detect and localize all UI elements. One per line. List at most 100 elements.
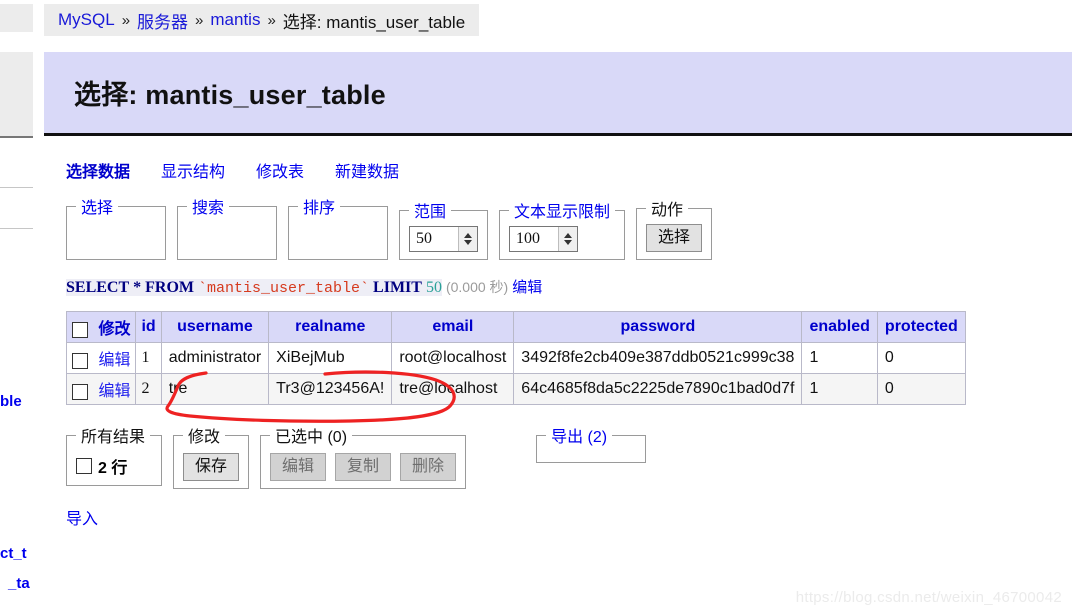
sql-limit-value: 50 <box>425 279 442 296</box>
page-title-banner: 选择: mantis_user_table <box>44 52 1072 136</box>
fieldset-select[interactable]: 选择 <box>66 194 166 260</box>
fieldset-text-limit-legend[interactable]: 文本显示限制 <box>509 198 615 222</box>
fieldset-modify: 修改 保存 <box>173 423 250 489</box>
column-header-protected[interactable]: protected <box>876 311 966 343</box>
column-header-modify-label: 修改 <box>98 321 131 338</box>
breadcrumb-separator: » <box>267 11 276 29</box>
sql-timing: (0.000 秒) <box>445 279 509 295</box>
fieldset-search-legend[interactable]: 搜索 <box>187 194 229 218</box>
fieldset-modify-legend: 修改 <box>188 429 221 446</box>
column-header-modify: 修改 <box>65 311 137 343</box>
cell-realname: Tr3@123456A! <box>268 373 393 405</box>
search-area[interactable] <box>187 222 267 252</box>
sidebar-fragment-table-link[interactable]: ble <box>0 393 22 410</box>
fieldset-export-legend[interactable]: 导出 (2) <box>546 423 612 447</box>
column-header-password[interactable]: password <box>513 311 803 343</box>
breadcrumb: MySQL » 服务器 » mantis » 选择: mantis_user_t… <box>44 4 480 36</box>
breadcrumb-item-mysql[interactable]: MySQL <box>58 10 115 30</box>
sql-highlight: SELECT * FROM `mantis_user_table` LIMIT … <box>66 279 442 297</box>
column-header-enabled[interactable]: enabled <box>801 311 878 343</box>
row-modify-cell: 编辑 <box>65 342 137 374</box>
delete-selected-button[interactable]: 删除 <box>400 453 457 481</box>
cell-email: tre@localhost <box>391 373 515 405</box>
column-header-id[interactable]: id <box>135 311 162 343</box>
tab-alter-table[interactable]: 修改表 <box>256 158 304 182</box>
run-select-button[interactable]: 选择 <box>646 224 703 252</box>
row-edit-link[interactable]: 编辑 <box>98 352 130 369</box>
fieldset-limit[interactable]: 范围 50 <box>399 198 488 260</box>
all-rows-checkbox[interactable] <box>76 458 92 474</box>
text-limit-stepper[interactable]: 100 <box>509 226 578 252</box>
breadcrumb-separator: » <box>121 11 131 29</box>
select-all-checkbox[interactable] <box>72 321 88 338</box>
fieldset-action[interactable]: 动作 选择 <box>636 196 713 260</box>
all-results-inner: 2 行 <box>76 451 152 478</box>
table-header-row: 修改 id username realname email password e… <box>65 311 966 343</box>
chevron-down-icon[interactable] <box>464 240 472 245</box>
text-limit-spinner[interactable] <box>558 227 577 251</box>
results-table-head: 修改 id username realname email password e… <box>65 311 966 343</box>
fieldset-text-limit[interactable]: 文本显示限制 100 <box>499 198 626 260</box>
table-row: 编辑 2 tre Tr3@123456A! tre@localhost 64c4… <box>65 373 966 405</box>
breadcrumb-item-server[interactable]: 服务器 <box>137 8 188 33</box>
fieldset-selected: 已选中 (0) 编辑 复制 删除 <box>260 423 467 489</box>
modify-inner: 保存 <box>183 451 240 481</box>
column-header-email[interactable]: email <box>391 311 515 343</box>
fieldset-sort-legend[interactable]: 排序 <box>298 194 340 218</box>
save-button[interactable]: 保存 <box>183 453 240 481</box>
select-columns-area[interactable] <box>76 222 156 252</box>
page-title: 选择: mantis_user_table <box>74 80 386 110</box>
fieldset-sort[interactable]: 排序 <box>288 194 388 260</box>
sql-keyword-from: FROM <box>145 279 195 296</box>
table-row: 编辑 1 administrator XiBejMub root@localho… <box>65 342 966 374</box>
limit-stepper[interactable]: 50 <box>409 226 478 252</box>
sidebar-panel-second <box>0 52 33 138</box>
limit-spinner[interactable] <box>458 227 477 251</box>
cell-protected: 0 <box>876 373 966 405</box>
fieldset-limit-legend[interactable]: 范围 <box>409 198 451 222</box>
selected-buttons: 编辑 复制 删除 <box>270 451 457 481</box>
chevron-up-icon[interactable] <box>564 233 572 238</box>
main-content: 选择数据 显示结构 修改表 新建数据 选择 搜索 排序 范围 50 文本显示限制… <box>44 140 1072 529</box>
text-limit-input-value[interactable]: 100 <box>510 227 558 251</box>
cell-id: 2 <box>135 373 162 405</box>
cell-username: tre <box>160 373 270 405</box>
sidebar-fragment-lower-1[interactable]: ct_t <box>0 545 27 562</box>
sidebar-fragment-lower-2[interactable]: _ta <box>8 575 30 592</box>
row-count-label: 2 行 <box>98 460 128 477</box>
cell-enabled: 1 <box>801 373 878 405</box>
import-link[interactable]: 导入 <box>44 489 1072 529</box>
chevron-down-icon[interactable] <box>564 240 572 245</box>
page-root: ble ct_t _ta MySQL » 服务器 » mantis » 选择: … <box>0 0 1072 614</box>
results-table: 修改 id username realname email password e… <box>65 311 966 405</box>
results-table-body: 编辑 1 administrator XiBejMub root@localho… <box>65 342 966 405</box>
fieldset-selected-legend: 已选中 (0) <box>275 429 348 446</box>
column-header-username[interactable]: username <box>160 311 270 343</box>
sql-star: * <box>133 279 142 296</box>
cell-id: 1 <box>135 342 162 374</box>
clone-selected-button[interactable]: 复制 <box>335 453 392 481</box>
column-header-realname[interactable]: realname <box>268 311 393 343</box>
cell-enabled: 1 <box>801 342 878 374</box>
sql-edit-link[interactable]: 编辑 <box>512 279 542 296</box>
watermark: https://blog.csdn.net/weixin_46700042 <box>795 589 1062 606</box>
tab-new-item[interactable]: 新建数据 <box>335 158 399 182</box>
limit-input-value[interactable]: 50 <box>410 227 458 251</box>
fieldset-action-legend: 动作 <box>651 202 684 219</box>
row-checkbox[interactable] <box>72 383 88 400</box>
breadcrumb-item-database[interactable]: mantis <box>210 10 260 30</box>
row-checkbox[interactable] <box>72 352 88 369</box>
sort-area[interactable] <box>298 222 378 252</box>
sidebar-divider-2 <box>0 228 33 229</box>
tab-select-data[interactable]: 选择数据 <box>66 158 130 182</box>
tab-show-structure[interactable]: 显示结构 <box>161 158 225 182</box>
fieldset-search[interactable]: 搜索 <box>177 194 277 260</box>
footer-actions-row: 所有结果 2 行 修改 保存 已选中 (0) 编辑 复制 删除 导出 (2) <box>44 405 1072 489</box>
row-edit-link[interactable]: 编辑 <box>98 383 130 400</box>
fieldset-export[interactable]: 导出 (2) <box>536 423 647 463</box>
cell-password: 64c4685f8da5c2225de7890c1bad0d7f <box>513 373 803 405</box>
fieldset-select-legend[interactable]: 选择 <box>76 194 118 218</box>
chevron-up-icon[interactable] <box>464 233 472 238</box>
edit-selected-button[interactable]: 编辑 <box>270 453 327 481</box>
sidebar-divider-1 <box>0 187 33 188</box>
